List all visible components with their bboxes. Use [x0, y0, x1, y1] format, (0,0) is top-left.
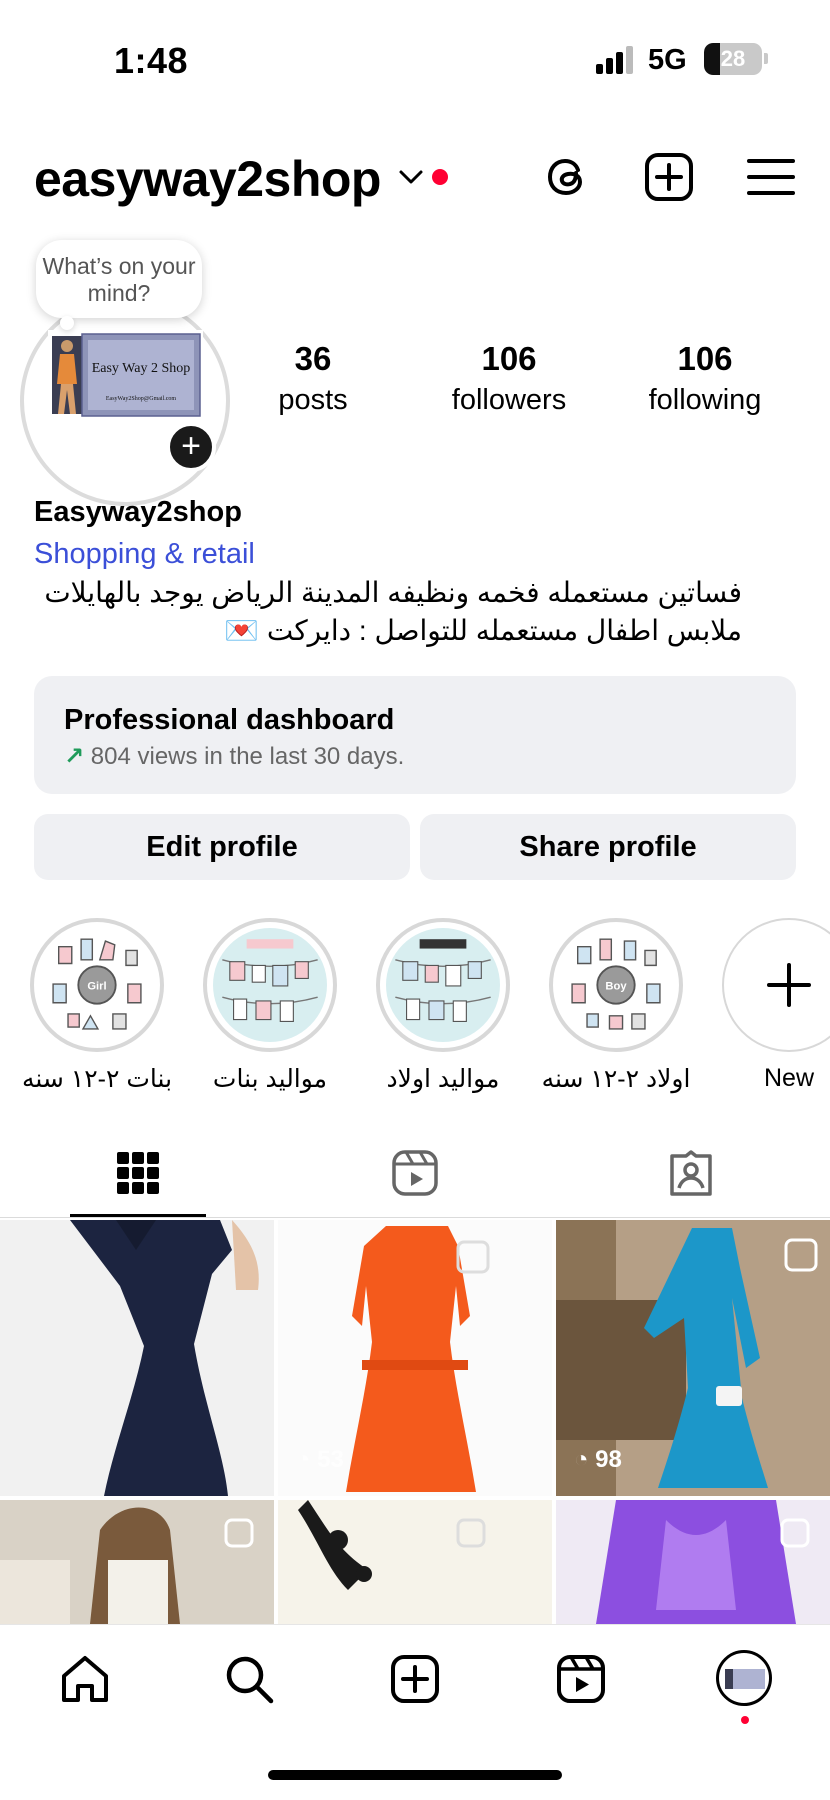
highlight-cover [386, 928, 500, 1042]
create-icon[interactable] [388, 1652, 442, 1706]
highlight-cover: Boy [559, 928, 673, 1042]
avatar-email: EasyWay2Shop@Gmail.com [106, 396, 177, 402]
stat-posts[interactable]: 36 posts [233, 340, 393, 417]
post-image [556, 1500, 830, 1624]
post-image [0, 1500, 274, 1624]
highlight-badge: Boy [605, 981, 627, 993]
highlight-cover: Girl [40, 928, 154, 1042]
account-switcher[interactable]: easyway2shop [34, 150, 381, 208]
play-count-icon: ◔ [296, 1446, 318, 1473]
home-icon[interactable] [58, 1652, 112, 1706]
notification-dot [741, 1716, 749, 1724]
profile-avatar-thumb [725, 1669, 765, 1689]
home-indicator [268, 1770, 562, 1780]
post-thumbnail[interactable] [0, 1220, 274, 1496]
stat-followers[interactable]: 106 followers [429, 340, 589, 417]
threads-icon[interactable] [540, 150, 594, 204]
battery-icon: 28 [704, 43, 762, 75]
post-thumbnail[interactable] [278, 1500, 552, 1624]
search-icon[interactable] [222, 1652, 276, 1706]
highlight-label: مواليد بنات [212, 1065, 328, 1093]
battery-percent: 28 [720, 46, 746, 71]
highlight-baby-girls[interactable] [203, 918, 337, 1052]
post-image [0, 1220, 274, 1496]
cell-signal-icon [596, 46, 636, 74]
add-story-button[interactable]: + [166, 422, 216, 472]
note-bubble[interactable]: What’s on your mind? [36, 240, 202, 318]
profile-tab-avatar[interactable] [716, 1650, 772, 1706]
highlight-badge: Girl [87, 981, 106, 993]
tab-divider [0, 1217, 830, 1218]
highlight-baby-boys[interactable] [376, 918, 510, 1052]
stat-label: following [648, 384, 762, 416]
view-count-value: 98 [595, 1446, 622, 1473]
reels-nav-icon[interactable] [554, 1652, 608, 1706]
stat-label: posts [278, 384, 348, 416]
display-name: Easyway2shop [34, 496, 242, 528]
avatar-title: Easy Way 2 Shop [92, 361, 191, 376]
view-count-value: 53 [317, 1446, 344, 1473]
play-count-icon: ◔ [574, 1446, 596, 1473]
highlight-cover [213, 928, 327, 1042]
dashboard-views: 804 views in the last 30 days. [90, 743, 405, 770]
highlight-label: اولاد ٢-١٢ سنه [541, 1065, 691, 1093]
stat-following[interactable]: 106 following [625, 340, 785, 417]
new-highlight-button[interactable] [722, 918, 830, 1052]
note-tail [60, 316, 74, 330]
highlight-girls[interactable]: Girl [30, 918, 164, 1052]
highlight-label: مواليد اولاد [386, 1065, 500, 1093]
trend-up-icon: ↗ [64, 743, 85, 770]
network-type: 5G [648, 44, 687, 76]
view-count: ◔ 53 [296, 1446, 344, 1474]
view-count: ◔ 98 [574, 1446, 622, 1474]
tagged-icon[interactable] [666, 1148, 716, 1198]
dashboard-subtitle: ↗ 804 views in the last 30 days. [64, 742, 404, 771]
bio-line: ملابس اطفال مستعمله للتواصل : دايركت 💌 [224, 615, 742, 646]
bio-line: فساتين مستعمله فخمه ونظيفه المدينة الريا… [44, 577, 742, 608]
category-link[interactable]: Shopping & retail [34, 538, 255, 571]
share-profile-button[interactable]: Share profile [420, 814, 796, 880]
status-time: 1:48 [114, 40, 189, 81]
post-thumbnail[interactable]: ◔ 53 [278, 1220, 552, 1496]
stat-label: followers [451, 384, 567, 416]
chevron-down-icon[interactable] [398, 168, 424, 186]
highlight-label: New [763, 1064, 814, 1092]
battery-nub [764, 53, 768, 64]
plus-icon [767, 963, 811, 1007]
stat-value: 106 [481, 340, 537, 377]
post-thumbnail[interactable]: ◔ 98 [556, 1220, 830, 1496]
grid-icon[interactable] [113, 1148, 163, 1198]
stat-value: 106 [677, 340, 733, 377]
edit-profile-button[interactable]: Edit profile [34, 814, 410, 880]
create-post-icon[interactable] [642, 150, 696, 204]
menu-icon[interactable] [744, 150, 798, 204]
highlight-boys[interactable]: Boy [549, 918, 683, 1052]
bio: فساتين مستعمله فخمه ونظيفه المدينة الريا… [22, 574, 742, 650]
post-image [278, 1500, 552, 1624]
post-thumbnail[interactable] [0, 1500, 274, 1624]
avatar[interactable]: Easy Way 2 Shop EasyWay2Shop@Gmail.com [48, 330, 203, 420]
notification-dot [432, 169, 448, 185]
dashboard-title: Professional dashboard [64, 704, 395, 736]
post-thumbnail[interactable] [556, 1500, 830, 1624]
reels-icon[interactable] [390, 1148, 440, 1198]
highlight-label: بنات ٢-١٢ سنه [21, 1065, 173, 1093]
stat-value: 36 [294, 340, 332, 377]
